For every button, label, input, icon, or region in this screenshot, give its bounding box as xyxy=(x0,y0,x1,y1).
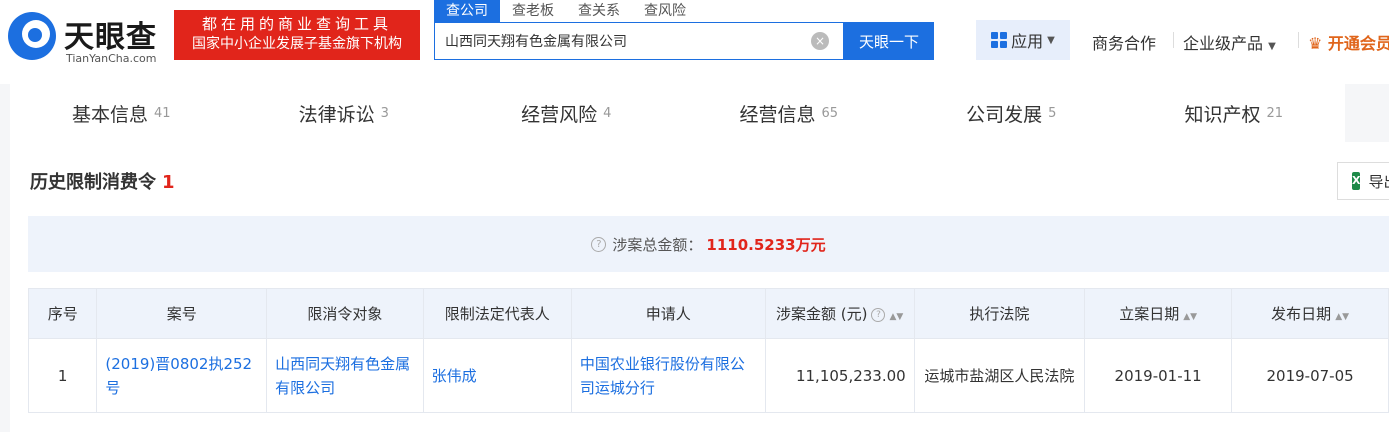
tab-count: 5 xyxy=(1048,105,1057,121)
clear-icon[interactable]: × xyxy=(811,32,829,50)
search-button[interactable]: 天眼一下 xyxy=(844,22,934,60)
tab-count: 41 xyxy=(153,105,171,121)
crown-icon: ♛ xyxy=(1308,34,1323,53)
tab-label: 公司发展 xyxy=(966,103,1043,126)
tab-operating-risk[interactable]: 经营风险 4 xyxy=(455,84,678,142)
col-filing-date[interactable]: 立案日期 ▲▼ xyxy=(1084,288,1233,339)
legal-rep-link[interactable]: 张伟成 xyxy=(432,367,477,385)
tab-count: 3 xyxy=(380,105,389,121)
col-filing-date-label: 立案日期 xyxy=(1119,305,1180,323)
section-title-text: 历史限制消费令 xyxy=(30,172,156,193)
col-publish-date-label: 发布日期 xyxy=(1271,305,1332,323)
search-tab-boss[interactable]: 查老板 xyxy=(500,0,566,22)
vip-label: 开通会员 xyxy=(1327,34,1389,53)
slogan-line-1: 都在用的商业查询工具 xyxy=(201,15,392,33)
cell-amount: 11,105,233.00 xyxy=(764,338,915,413)
table-row: 1 (2019)晋0802执252号 山西同天翔有色金属有限公司 张伟成 中国农… xyxy=(27,338,1389,413)
search-tab-risk[interactable]: 查风险 xyxy=(632,0,698,22)
cell-applicant: 中国农业银行股份有限公司运城分行 xyxy=(570,338,766,413)
cell-filing-date: 2019-01-11 xyxy=(1084,338,1233,413)
logo[interactable]: 天眼查 TianYanCha.com xyxy=(8,10,168,66)
nav-divider xyxy=(1173,32,1174,48)
sort-icon[interactable]: ▲▼ xyxy=(1183,312,1197,322)
target-company-link[interactable]: 山西同天翔有色金属有限公司 xyxy=(275,355,410,397)
apps-menu-button[interactable]: 应用 ▼ xyxy=(976,20,1070,60)
section-count: 1 xyxy=(162,172,175,193)
col-index: 序号 xyxy=(27,288,98,339)
caret-down-icon: ▼ xyxy=(1268,41,1276,52)
cell-legal-rep: 张伟成 xyxy=(422,338,572,413)
excel-icon: X xyxy=(1352,172,1361,190)
search-box: × xyxy=(434,22,844,60)
cell-index: 1 xyxy=(27,338,98,413)
nav-enterprise-label: 企业级产品 xyxy=(1183,34,1264,53)
case-no-link[interactable]: (2019)晋0802执252号 xyxy=(105,355,252,397)
nav-business[interactable]: 商务合作 xyxy=(1092,30,1156,54)
tab-ip[interactable]: 知识产权 21 xyxy=(1123,84,1346,142)
col-case-no: 案号 xyxy=(96,288,268,339)
amount-summary: ? 涉案总金额： 1110.5233万元 xyxy=(28,216,1389,272)
applicant-link[interactable]: 中国农业银行股份有限公司运城分行 xyxy=(580,355,745,397)
tab-label: 基本信息 xyxy=(71,103,148,126)
col-applicant: 申请人 xyxy=(570,288,766,339)
tab-label: 经营信息 xyxy=(739,103,816,126)
sort-icon[interactable]: ▲▼ xyxy=(889,312,903,322)
section-title: 历史限制消费令 1 xyxy=(30,168,175,194)
sort-icon[interactable]: ▲▼ xyxy=(1335,312,1349,322)
tab-label: 法律诉讼 xyxy=(298,103,375,126)
apps-grid-icon xyxy=(991,32,1008,48)
col-court: 执行法院 xyxy=(913,288,1086,339)
cell-case-no: (2019)晋0802执252号 xyxy=(96,338,268,413)
eye-logo-icon xyxy=(8,12,56,60)
top-header: 天眼查 TianYanCha.com 都在用的商业查询工具 国家中小企业发展子基… xyxy=(0,0,1389,84)
search-tab-company[interactable]: 查公司 xyxy=(434,0,500,22)
col-amount[interactable]: 涉案金额 (元)? ▲▼ xyxy=(764,288,915,339)
help-icon[interactable]: ? xyxy=(871,307,886,322)
tab-legal[interactable]: 法律诉讼 3 xyxy=(233,84,456,142)
brand-domain: TianYanCha.com xyxy=(66,52,157,65)
tab-label: 经营风险 xyxy=(521,103,598,126)
tab-development[interactable]: 公司发展 5 xyxy=(900,84,1123,142)
vip-link[interactable]: ♛ 开通会员 xyxy=(1308,30,1389,54)
tab-count: 21 xyxy=(1266,105,1284,121)
tab-operating-info[interactable]: 经营信息 65 xyxy=(678,84,901,142)
search-tab-relation[interactable]: 查关系 xyxy=(566,0,632,22)
restriction-table: 序号 案号 限消令对象 限制法定代表人 申请人 涉案金额 (元)? ▲▼ 执行法院… xyxy=(27,288,1389,413)
help-icon[interactable]: ? xyxy=(591,236,607,252)
cell-publish-date: 2019-07-05 xyxy=(1231,338,1389,413)
slogan-banner: 都在用的商业查询工具 国家中小企业发展子基金旗下机构 xyxy=(174,10,420,60)
tab-label: 知识产权 xyxy=(1184,103,1261,126)
col-amount-label: 涉案金额 (元) xyxy=(776,305,868,323)
export-button[interactable]: X 导出 xyxy=(1337,162,1389,200)
apps-label: 应用 xyxy=(1011,32,1044,51)
cell-court: 运城市盐湖区人民法院 xyxy=(913,338,1086,413)
tab-count: 4 xyxy=(603,105,612,121)
table-header-row: 序号 案号 限消令对象 限制法定代表人 申请人 涉案金额 (元)? ▲▼ 执行法院… xyxy=(27,288,1389,339)
tab-count: 65 xyxy=(821,105,839,121)
nav-enterprise-products[interactable]: 企业级产品 ▼ xyxy=(1183,30,1276,54)
col-legal-rep: 限制法定代表人 xyxy=(422,288,572,339)
nav-divider xyxy=(1298,32,1299,48)
tab-basic-info[interactable]: 基本信息 41 xyxy=(10,84,233,142)
brand-name: 天眼查 xyxy=(64,20,157,55)
main-tabs: 基本信息 41 法律诉讼 3 经营风险 4 经营信息 65 公司发展 5 知识产权 21 xyxy=(10,84,1345,142)
slogan-line-2: 国家中小企业发展子基金旗下机构 xyxy=(192,36,402,52)
col-publish-date[interactable]: 发布日期 ▲▼ xyxy=(1231,288,1389,339)
export-label: 导出 xyxy=(1368,172,1389,191)
search-type-tabs: 查公司 查老板 查关系 查风险 xyxy=(434,0,698,22)
col-target: 限消令对象 xyxy=(266,288,424,339)
search-input[interactable] xyxy=(435,23,805,59)
summary-value: 1110.5233万元 xyxy=(706,235,826,254)
caret-down-icon: ▼ xyxy=(1047,34,1055,46)
summary-label: 涉案总金额： xyxy=(612,235,703,254)
cell-target: 山西同天翔有色金属有限公司 xyxy=(266,338,424,413)
